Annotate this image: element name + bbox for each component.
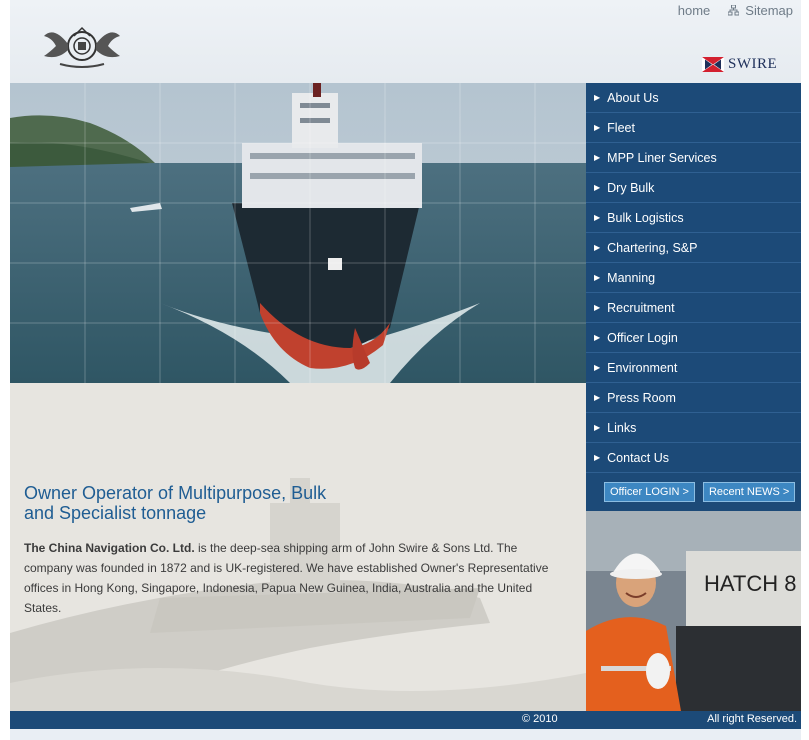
arrow-right-icon: ▶: [594, 423, 601, 432]
company-crest-logo[interactable]: [40, 22, 124, 72]
officer-login-button[interactable]: Officer LOGIN >: [604, 482, 695, 502]
top-links: home Sitemap: [678, 3, 793, 18]
worker-image: HATCH 8: [586, 511, 801, 711]
arrow-right-icon: ▶: [594, 333, 601, 342]
nav-item-label: Press Room: [607, 390, 676, 405]
nav-item-label: Officer Login: [607, 330, 678, 345]
nav-item-links[interactable]: ▶ Links: [586, 413, 801, 443]
login-news-panel: Officer LOGIN > Recent NEWS > HATCH 8: [586, 473, 801, 711]
swire-flag-icon: [702, 57, 724, 72]
nav-item-label: Chartering, S&P: [607, 240, 698, 255]
nav-item-press-room[interactable]: ▶ Press Room: [586, 383, 801, 413]
nav-item-officer-login[interactable]: ▶ Officer Login: [586, 323, 801, 353]
sitemap-icon: [728, 5, 740, 16]
crew-member-photo: HATCH 8: [586, 511, 801, 711]
recent-news-button[interactable]: Recent NEWS >: [702, 482, 796, 502]
nav-item-label: Dry Bulk: [607, 180, 655, 195]
nav-item-bulk-logistics[interactable]: ▶ Bulk Logistics: [586, 203, 801, 233]
intro-section: Owner Operator of Multipurpose, Bulk and…: [10, 383, 586, 711]
heading-line-1: Owner Operator of Multipurpose, Bulk: [24, 483, 327, 503]
arrow-right-icon: ▶: [594, 153, 601, 162]
hero-ship-image: [10, 83, 586, 383]
home-link[interactable]: home: [678, 3, 711, 18]
nav-item-label: About Us: [607, 90, 659, 105]
nav-item-mpp-liner-services[interactable]: ▶ MPP Liner Services: [586, 143, 801, 173]
nav-item-manning[interactable]: ▶ Manning: [586, 263, 801, 293]
page: home Sitemap SWIRE ▶ About Us ▶ Fleet ▶ …: [0, 0, 809, 740]
nav-item-fleet[interactable]: ▶ Fleet: [586, 113, 801, 143]
page-heading: Owner Operator of Multipurpose, Bulk and…: [24, 483, 384, 523]
sitemap-link[interactable]: Sitemap: [728, 3, 793, 18]
arrow-right-icon: ▶: [594, 213, 601, 222]
nav-item-label: Recruitment: [607, 300, 675, 315]
nav-item-label: Contact Us: [607, 450, 669, 465]
nav-item-label: Manning: [607, 270, 656, 285]
main-navigation: ▶ About Us ▶ Fleet ▶ MPP Liner Services ▶ Dr…: [586, 83, 801, 473]
nav-item-label: Fleet: [607, 120, 635, 135]
swire-logo[interactable]: SWIRE: [702, 56, 777, 73]
company-description: The China Navigation Co. Ltd. is the dee…: [24, 538, 564, 618]
nav-item-contact-us[interactable]: ▶ Contact Us: [586, 443, 801, 473]
nav-item-dry-bulk[interactable]: ▶ Dry Bulk: [586, 173, 801, 203]
hatch-sign-text: HATCH 8: [704, 571, 797, 596]
nav-item-recruitment[interactable]: ▶ Recruitment: [586, 293, 801, 323]
arrow-right-icon: ▶: [594, 123, 601, 132]
nav-item-label: MPP Liner Services: [607, 150, 717, 165]
arrow-right-icon: ▶: [594, 183, 601, 192]
cargo-ship-photo: [10, 83, 586, 383]
right-margin: [801, 0, 809, 740]
nav-item-label: Bulk Logistics: [607, 210, 684, 225]
company-name: The China Navigation Co. Ltd.: [24, 541, 195, 555]
header: home Sitemap SWIRE: [10, 0, 801, 83]
arrow-right-icon: ▶: [594, 273, 601, 282]
copyright-text: © 2010: [522, 713, 558, 725]
arrow-right-icon: ▶: [594, 393, 601, 402]
arrow-right-icon: ▶: [594, 453, 601, 462]
quick-buttons: Officer LOGIN > Recent NEWS >: [604, 482, 796, 502]
arrow-right-icon: ▶: [594, 243, 601, 252]
nav-item-label: Links: [607, 420, 637, 435]
nav-item-label: Environment: [607, 360, 678, 375]
footer: © 2010 All right Reserved.: [10, 711, 801, 729]
arrow-right-icon: ▶: [594, 303, 601, 312]
arrow-right-icon: ▶: [594, 93, 601, 102]
rights-text: All right Reserved.: [707, 713, 797, 725]
nav-item-chartering[interactable]: ▶ Chartering, S&P: [586, 233, 801, 263]
nav-item-environment[interactable]: ▶ Environment: [586, 353, 801, 383]
nav-item-about-us[interactable]: ▶ About Us: [586, 83, 801, 113]
left-margin: [0, 0, 10, 740]
heading-line-2: and Specialist tonnage: [24, 503, 207, 523]
arrow-right-icon: ▶: [594, 363, 601, 372]
swire-brand-text: SWIRE: [728, 56, 778, 72]
sitemap-label: Sitemap: [745, 3, 793, 18]
